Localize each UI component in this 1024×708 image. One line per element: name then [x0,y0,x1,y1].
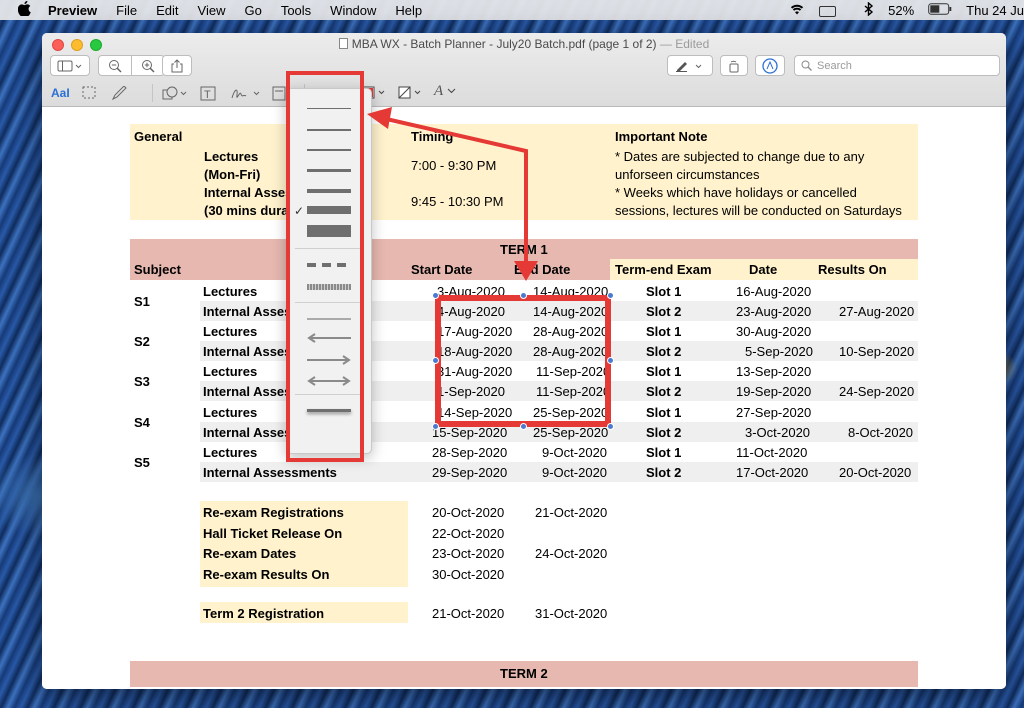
apple-menu-icon[interactable] [17,0,34,19]
battery-percent[interactable]: 52% [888,3,914,18]
clock[interactable]: Thu 24 Ju [966,3,1024,18]
menu-window[interactable]: Window [330,3,376,18]
display-icon[interactable] [819,3,850,18]
menu-file[interactable]: File [116,3,137,18]
menu-go[interactable]: Go [244,3,261,18]
menu-view[interactable]: View [198,3,226,18]
preview-window: MBA WX - Batch Planner - July20 Batch.pd… [42,33,1006,689]
menu-help[interactable]: Help [395,3,422,18]
bluetooth-icon[interactable] [864,0,874,19]
menu-bar: Preview File Edit View Go Tools Window H… [0,0,1024,20]
battery-icon[interactable] [928,2,952,18]
arrow-annotation [367,107,538,281]
menu-edit[interactable]: Edit [156,3,178,18]
menu-app-preview[interactable]: Preview [48,3,97,18]
wifi-icon[interactable] [789,3,805,18]
menu-tools[interactable]: Tools [281,3,311,18]
